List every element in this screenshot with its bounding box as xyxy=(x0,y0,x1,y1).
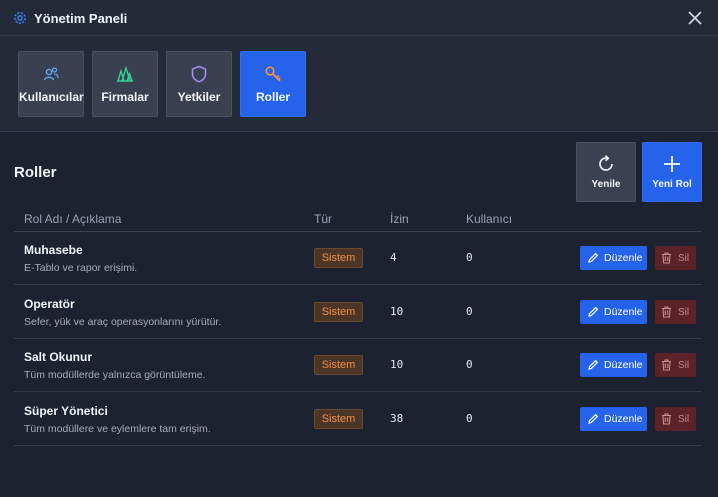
role-description: Tüm modüllere ve eylemlere tam erişim. xyxy=(24,423,211,435)
trash-icon xyxy=(662,359,671,371)
table-row: Süper Yönetici Tüm modüllere ve eylemler… xyxy=(14,393,702,446)
gear-icon xyxy=(14,12,26,24)
edit-label: Düzenle xyxy=(604,413,643,425)
window-title: Yönetim Paneli xyxy=(34,11,128,26)
header-name: Rol Adı / Açıklama xyxy=(24,212,122,226)
role-description: E-Tablo ve rapor erişimi. xyxy=(24,262,138,274)
table-row: Salt Okunur Tüm modüllerde yalnızca görü… xyxy=(14,339,702,392)
section-title: Roller xyxy=(14,164,57,181)
key-icon xyxy=(265,66,281,82)
tab-roles[interactable]: Roller xyxy=(240,51,306,117)
delete-button[interactable]: Sil xyxy=(655,246,696,270)
edit-label: Düzenle xyxy=(604,252,643,264)
tab-permissions[interactable]: Yetkiler xyxy=(166,51,232,117)
delete-label: Sil xyxy=(678,414,690,425)
permission-count: 10 xyxy=(390,305,404,318)
new-role-button[interactable]: Yeni Rol xyxy=(642,142,702,202)
type-badge: Sistem xyxy=(314,248,363,268)
edit-button[interactable]: Düzenle xyxy=(580,407,647,431)
user-count: 0 xyxy=(466,358,473,371)
plus-icon xyxy=(664,156,680,172)
new-role-label: Yeni Rol xyxy=(652,179,692,190)
close-icon[interactable] xyxy=(686,9,704,27)
edit-label: Düzenle xyxy=(604,359,643,371)
permission-count: 38 xyxy=(390,412,404,425)
trash-icon xyxy=(662,413,671,425)
user-count: 0 xyxy=(466,251,473,264)
tab-permissions-label: Yetkiler xyxy=(177,90,221,104)
permission-count: 4 xyxy=(390,251,397,264)
table-row: Muhasebe E-Tablo ve rapor erişimi. Siste… xyxy=(14,232,702,285)
title-bar: Yönetim Paneli xyxy=(0,0,718,36)
tab-companies-label: Firmalar xyxy=(101,90,149,104)
shield-icon xyxy=(191,65,207,83)
pencil-icon xyxy=(588,359,599,370)
delete-button[interactable]: Sil xyxy=(655,300,696,324)
refresh-label: Yenile xyxy=(591,179,621,190)
table-row: Operatör Sefer, yük ve araç operasyonlar… xyxy=(14,286,702,339)
delete-label: Sil xyxy=(678,307,690,318)
role-description: Sefer, yük ve araç operasyonlarını yürüt… xyxy=(24,316,222,328)
delete-label: Sil xyxy=(678,360,690,371)
pencil-icon xyxy=(588,413,599,424)
tab-users[interactable]: Kullanıcılar xyxy=(18,51,84,117)
edit-button[interactable]: Düzenle xyxy=(580,300,647,324)
header-users: Kullanıcı xyxy=(466,212,513,226)
company-icon xyxy=(117,65,133,82)
delete-button[interactable]: Sil xyxy=(655,353,696,377)
type-badge: Sistem xyxy=(314,355,363,375)
tab-strip: Kullanıcılar Firmalar Yetkiler Roller xyxy=(0,36,718,132)
user-count: 0 xyxy=(466,412,473,425)
header-permissions: İzin xyxy=(390,212,409,226)
delete-button[interactable]: Sil xyxy=(655,407,696,431)
edit-button[interactable]: Düzenle xyxy=(580,353,647,377)
type-badge: Sistem xyxy=(314,302,363,322)
pencil-icon xyxy=(588,252,599,263)
table-header: Rol Adı / Açıklama Tür İzin Kullanıcı xyxy=(14,205,702,232)
edit-button[interactable]: Düzenle xyxy=(580,246,647,270)
edit-label: Düzenle xyxy=(604,306,643,318)
role-description: Tüm modüllerde yalnızca görüntüleme. xyxy=(24,369,206,381)
user-count: 0 xyxy=(466,305,473,318)
role-name: Süper Yönetici xyxy=(24,404,108,418)
tab-users-label: Kullanıcılar xyxy=(19,90,84,104)
trash-icon xyxy=(662,306,671,318)
tab-roles-label: Roller xyxy=(255,90,290,104)
type-badge: Sistem xyxy=(314,409,363,429)
role-name: Muhasebe xyxy=(24,243,83,257)
permission-count: 10 xyxy=(390,358,404,371)
role-name: Salt Okunur xyxy=(24,350,93,364)
tab-companies[interactable]: Firmalar xyxy=(92,51,158,117)
users-icon xyxy=(43,67,59,81)
trash-icon xyxy=(662,252,671,264)
delete-label: Sil xyxy=(678,253,690,264)
pencil-icon xyxy=(588,306,599,317)
refresh-icon xyxy=(599,155,613,171)
header-type: Tür xyxy=(314,212,332,226)
role-name: Operatör xyxy=(24,297,75,311)
refresh-button[interactable]: Yenile xyxy=(576,142,636,202)
